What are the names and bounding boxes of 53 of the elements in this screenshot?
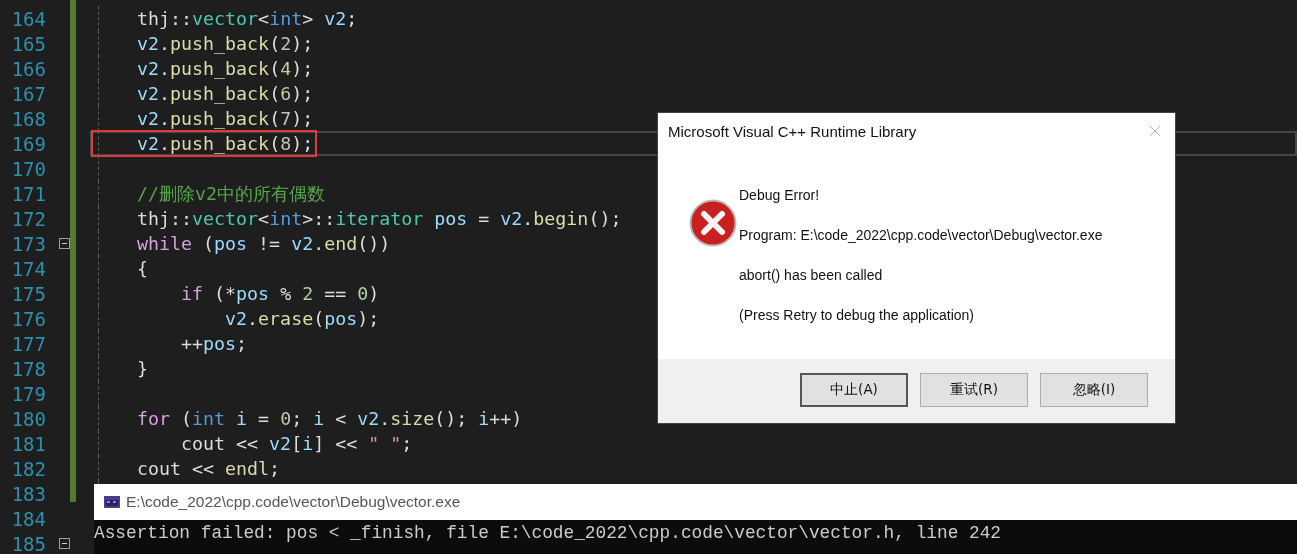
code-line: thj::vector<int>::iterator pos = v2.begin(); <box>136 207 622 230</box>
code-line: { <box>136 257 149 280</box>
line-number: 174 <box>10 257 46 280</box>
code-line: cout << endl; <box>136 457 281 480</box>
line-number: 183 <box>10 482 46 505</box>
code-line: v2.push_back(4); <box>136 57 314 80</box>
dialog-button[interactable]: 中止(A) <box>800 373 908 407</box>
line-number: 176 <box>10 307 46 330</box>
code-line: thj::vector<int> v2; <box>136 7 358 30</box>
line-number: 181 <box>10 432 46 455</box>
code-line: if (*pos % 2 == 0) <box>180 282 380 305</box>
dialog-message: (Press Retry to debug the application) <box>739 306 975 325</box>
line-number: 170 <box>10 157 46 180</box>
line-number: 165 <box>10 32 46 55</box>
code-line: for (int i = 0; i < v2.size(); i++) <box>136 407 523 430</box>
code-line: v2.push_back(7); <box>136 107 314 130</box>
line-number: 173 <box>10 232 46 255</box>
code-line: cout << v2[i] << " "; <box>180 432 413 455</box>
dialog-message: Program: E:\code_2022\cpp.code\vector\Debug\vector.exe <box>739 226 1103 245</box>
line-number: 177 <box>10 332 46 355</box>
line-number: 179 <box>10 382 46 405</box>
code-line: while (pos != v2.end()) <box>136 232 391 255</box>
line-number: 169 <box>10 132 46 155</box>
line-number: 185 <box>10 532 46 554</box>
code-line: ++pos; <box>180 332 248 355</box>
line-number: 164 <box>10 7 46 30</box>
code-line: //删除v2中的所有偶数 <box>136 182 326 205</box>
console-output: Assertion failed: pos < _finish, file E:\code_2022\cpp.code\vector\vector.h, line 242 <box>94 523 1001 543</box>
line-number: 182 <box>10 457 46 480</box>
code-line: v2.push_back(2); <box>136 32 314 55</box>
line-number: 168 <box>10 107 46 130</box>
dialog-button[interactable]: 重试(R) <box>920 373 1028 407</box>
collapse-icon[interactable] <box>58 238 70 249</box>
line-number: 175 <box>10 282 46 305</box>
dialog-button[interactable]: 忽略(I) <box>1040 373 1148 407</box>
line-number: 180 <box>10 407 46 430</box>
console-icon <box>104 496 120 508</box>
line-number: 172 <box>10 207 46 230</box>
line-number: 184 <box>10 507 46 530</box>
console-title: E:\code_2022\cpp.code\vector\Debug\vector.exe <box>126 493 461 511</box>
line-number: 166 <box>10 57 46 80</box>
line-number: 171 <box>10 182 46 205</box>
code-line: v2.push_back(8); <box>136 132 314 155</box>
code-line: } <box>136 357 149 380</box>
collapse-icon[interactable] <box>58 538 70 549</box>
dialog-message: Debug Error! <box>739 186 821 205</box>
dialog-title: Microsoft Visual C++ Runtime Library <box>668 122 917 140</box>
line-number: 167 <box>10 82 46 105</box>
dialog-message: abort() has been called <box>739 266 884 285</box>
line-number: 178 <box>10 357 46 380</box>
code-line: v2.push_back(6); <box>136 82 314 105</box>
code-line: v2.erase(pos); <box>224 307 380 330</box>
error-icon <box>689 199 737 247</box>
